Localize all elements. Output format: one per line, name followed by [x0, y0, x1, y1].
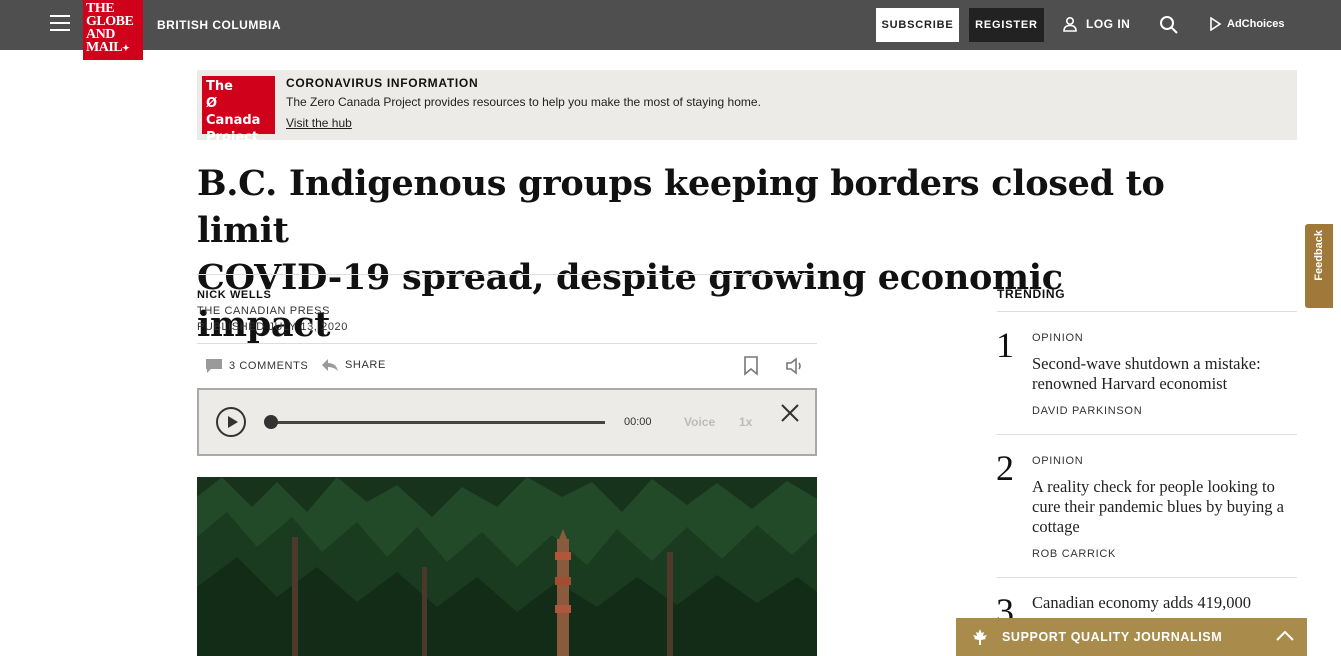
trending-author[interactable]: ROB CARRICK [1032, 548, 1116, 560]
article-toolbar: 3 COMMENTS SHARE [205, 356, 817, 376]
trending-rank: 2 [996, 448, 1014, 488]
trending-rank: 1 [996, 325, 1014, 365]
search-icon[interactable] [1159, 15, 1179, 35]
banner-logo-line: The [206, 79, 233, 94]
forest-totem-pole-image [197, 477, 817, 656]
globe-and-mail-logo[interactable]: THE GLOBE AND MAIL✦ [83, 0, 143, 60]
maple-leaf-icon: ✦ [122, 43, 130, 53]
share-label: SHARE [345, 359, 386, 371]
share-button[interactable]: SHARE [321, 358, 386, 372]
voice-selector[interactable]: Voice [684, 415, 715, 429]
banner-logo-line: Ø Canada [206, 96, 261, 128]
trending-section-label[interactable]: OPINION [1032, 455, 1083, 467]
share-icon [322, 359, 338, 371]
comments-button[interactable]: 3 COMMENTS [205, 358, 308, 374]
audio-scrubber-handle[interactable] [264, 415, 278, 429]
support-journalism-bar[interactable]: SUPPORT QUALITY JOURNALISM [956, 618, 1307, 656]
adchoices-link[interactable]: AdChoices [1208, 17, 1284, 31]
user-icon [1063, 16, 1077, 32]
trending-article-link[interactable]: Second-wave shutdown a mistake: renowned… [1032, 354, 1294, 394]
register-button[interactable]: REGISTER [969, 8, 1044, 42]
hamburger-menu-icon[interactable] [50, 15, 70, 33]
bookmark-icon[interactable] [743, 356, 759, 376]
login-label: LOG IN [1086, 17, 1131, 31]
coronavirus-banner: The Ø Canada Project CORONAVIRUS INFORMA… [197, 70, 1297, 145]
divider [997, 434, 1297, 435]
feedback-label: Feedback [1313, 230, 1325, 281]
headline-line: B.C. Indigenous groups keeping borders c… [197, 163, 1165, 251]
banner-logo-line: Project [206, 130, 259, 145]
divider [197, 274, 817, 275]
playback-speed[interactable]: 1x [739, 415, 752, 429]
play-icon[interactable] [216, 407, 246, 437]
visit-hub-link[interactable]: Visit the hub [286, 116, 352, 130]
banner-text: The Zero Canada Project provides resourc… [286, 95, 761, 109]
logo-line: MAIL✦ [86, 40, 130, 55]
trending-article-link[interactable]: Canadian economy adds 419,000 [1032, 593, 1294, 613]
close-icon[interactable] [780, 403, 800, 423]
byline: NICK WELLS THE CANADIAN PRESS PUBLISHED … [197, 287, 348, 335]
divider [997, 577, 1297, 578]
audio-time: 00:00 [624, 416, 652, 428]
adchoices-label: AdChoices [1227, 18, 1285, 30]
author-name[interactable]: NICK WELLS [197, 287, 348, 303]
login-button[interactable]: LOG IN [1062, 16, 1130, 32]
top-navigation-bar: BRITISH COLUMBIA SUBSCRIBE REGISTER LOG … [0, 0, 1341, 50]
divider [197, 343, 817, 344]
comment-icon [206, 359, 222, 373]
adchoices-icon [1210, 17, 1222, 31]
article-source: THE CANADIAN PRESS [197, 305, 331, 317]
banner-title: CORONAVIRUS INFORMATION [286, 76, 479, 90]
region-label[interactable]: BRITISH COLUMBIA [157, 18, 281, 32]
subscribe-button[interactable]: SUBSCRIBE [876, 8, 959, 42]
audio-player: 00:00 Voice 1x [197, 388, 817, 456]
maple-leaf-icon [973, 629, 987, 645]
published-date: PUBLISHED JULY 13, 2020 [197, 321, 348, 333]
trending-section-label[interactable]: OPINION [1032, 332, 1083, 344]
chevron-up-icon[interactable] [1276, 630, 1294, 642]
support-label: SUPPORT QUALITY JOURNALISM [1002, 630, 1223, 644]
audio-progress-track[interactable] [269, 421, 605, 424]
article-photo [197, 477, 817, 656]
audio-speaker-icon[interactable] [785, 356, 805, 376]
trending-heading: TRENDING [997, 287, 1066, 301]
zero-canada-project-logo[interactable]: The Ø Canada Project [202, 76, 275, 145]
trending-author[interactable]: DAVID PARKINSON [1032, 405, 1142, 417]
trending-article-link[interactable]: A reality check for people looking to cu… [1032, 477, 1294, 537]
feedback-tab[interactable]: Feedback [1305, 224, 1333, 308]
comments-label: 3 COMMENTS [229, 360, 309, 372]
divider [997, 311, 1297, 312]
